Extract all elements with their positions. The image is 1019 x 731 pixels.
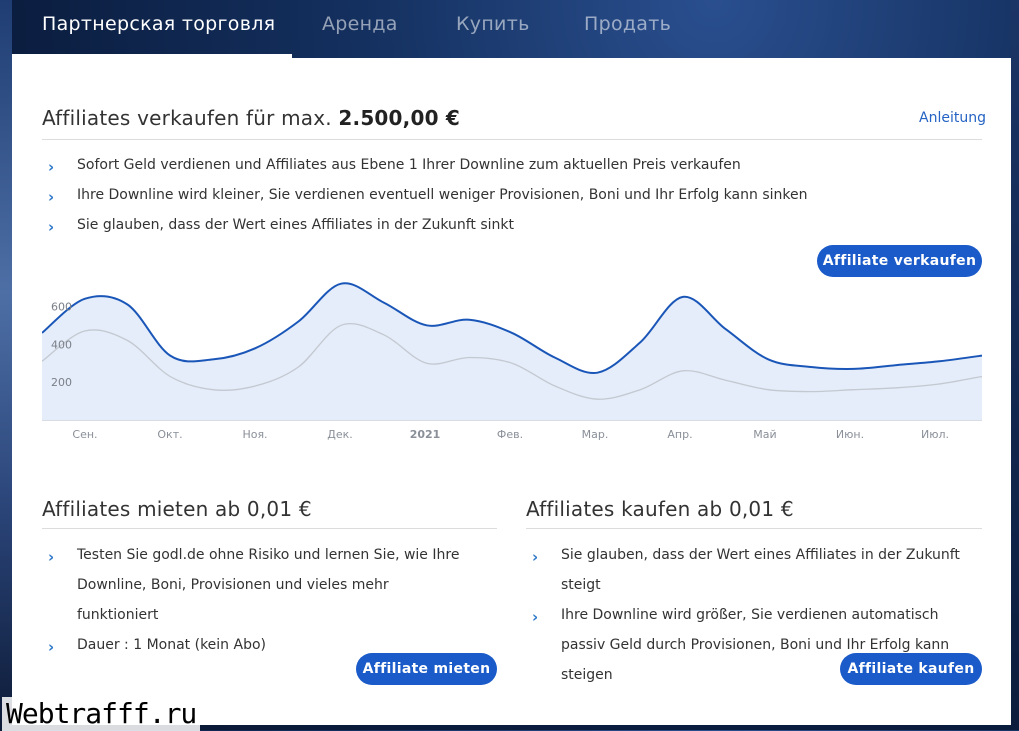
divider <box>42 528 497 529</box>
rent-bullet-list: › Testen Sie godl.de ohne Risiko und lern… <box>42 540 472 660</box>
chevron-right-icon: › <box>532 608 539 626</box>
chevron-right-icon: › <box>48 638 55 656</box>
list-item: › Ihre Downline wird kleiner, Sie verdien… <box>42 180 982 210</box>
tab-rent[interactable]: Аренда <box>322 0 398 58</box>
x-tick-label: Ноя. <box>242 428 267 441</box>
rent-affiliate-button[interactable]: Affiliate mieten <box>356 653 497 685</box>
x-tick-label: Июн. <box>836 428 864 441</box>
sell-max-amount: 2.500,00 € <box>338 106 460 130</box>
chevron-right-icon: › <box>48 188 55 206</box>
y-tick-label: 200 <box>51 376 72 389</box>
chevron-right-icon: › <box>48 158 55 176</box>
watermark-text: Webtrafff.ru <box>2 697 201 731</box>
list-item: › Sie glauben, dass der Wert eines Affili… <box>42 210 982 240</box>
x-tick-label: Июл. <box>921 428 949 441</box>
chevron-right-icon: › <box>532 548 539 566</box>
list-item: › Sie glauben, dass der Wert eines Affili… <box>526 540 986 600</box>
main-card: Affiliates verkaufen für max. 2.500,00 €… <box>12 58 1011 725</box>
sell-section-title: Affiliates verkaufen für max. 2.500,00 € <box>42 106 460 130</box>
price-chart: 200 400 600 Сен. Окт. Ноя. Дек. 2021 Фев. Мар. Апр… <box>42 282 982 441</box>
x-tick-label: Апр. <box>667 428 692 441</box>
y-tick-label: 600 <box>51 300 72 313</box>
series-area <box>42 283 982 420</box>
x-tick-label: Дек. <box>327 428 353 441</box>
tab-buy[interactable]: Купить <box>456 0 530 58</box>
sell-affiliate-button[interactable]: Affiliate verkaufen <box>817 245 982 277</box>
list-item: › Testen Sie godl.de ohne Risiko und lern… <box>42 540 472 630</box>
chevron-right-icon: › <box>48 218 55 236</box>
buy-affiliate-button[interactable]: Affiliate kaufen <box>840 653 982 685</box>
x-tick-label: Май <box>753 428 776 441</box>
x-tick-label: Фев. <box>497 428 523 441</box>
guide-link[interactable]: Anleitung <box>919 110 986 126</box>
x-tick-label: 2021 <box>410 428 441 441</box>
top-nav: Партнерская торговля Аренда Купить Прода… <box>12 0 1011 58</box>
buy-section-title: Affiliates kaufen ab 0,01 € <box>526 497 794 521</box>
y-tick-label: 400 <box>51 338 72 351</box>
tab-partner-trading[interactable]: Партнерская торговля <box>42 0 275 58</box>
sell-title-prefix: Affiliates verkaufen für max. <box>42 106 332 130</box>
chevron-right-icon: › <box>48 548 55 566</box>
background-space-right <box>1011 0 1019 730</box>
background-space <box>0 0 12 730</box>
x-tick-label: Сен. <box>72 428 97 441</box>
divider <box>42 139 982 140</box>
x-tick-label: Окт. <box>157 428 182 441</box>
x-tick-label: Мар. <box>582 428 609 441</box>
divider <box>526 528 982 529</box>
list-item: › Sofort Geld verdienen und Affiliates au… <box>42 150 982 180</box>
rent-section-title: Affiliates mieten ab 0,01 € <box>42 497 312 521</box>
tab-sell[interactable]: Продать <box>584 0 671 58</box>
sell-bullet-list: › Sofort Geld verdienen und Affiliates au… <box>42 150 982 240</box>
